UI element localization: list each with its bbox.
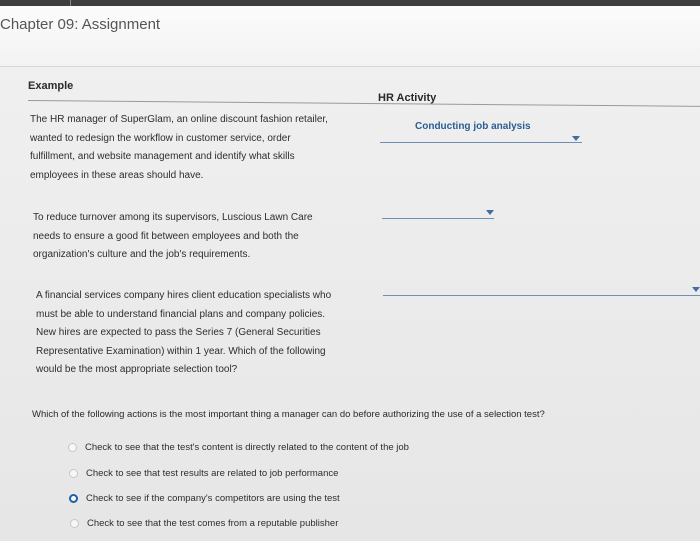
dropdown-selected-value: Conducting job analysis bbox=[415, 121, 531, 132]
example-line: employees in these areas should have. bbox=[30, 169, 204, 181]
hr-activity-dropdown-row-3[interactable] bbox=[383, 282, 700, 296]
radio-button[interactable] bbox=[68, 443, 77, 452]
page-title: Chapter 09: Assignment bbox=[0, 16, 161, 33]
example-line: To reduce turnover among its supervisors… bbox=[33, 212, 313, 223]
answer-option-label: Check to see that the test's content is … bbox=[85, 442, 409, 453]
example-line: must be able to understand financial pla… bbox=[36, 308, 326, 320]
title-bar bbox=[0, 6, 700, 66]
example-text-row-1: The HR manager of SuperGlam, an online d… bbox=[30, 111, 370, 185]
hr-activity-dropdown-row-1[interactable]: Conducting job analysis bbox=[380, 119, 582, 143]
example-line: New hires are expected to pass the Serie… bbox=[36, 327, 321, 338]
radio-button-selected[interactable] bbox=[69, 494, 78, 503]
dropdown-underline bbox=[380, 142, 582, 143]
radio-button[interactable] bbox=[70, 519, 79, 528]
example-line: wanted to redesign the workflow in custo… bbox=[30, 132, 291, 144]
answer-option-label: Check to see that the test comes from a … bbox=[87, 518, 339, 529]
example-text-row-3: A financial services company hires clien… bbox=[36, 287, 366, 380]
title-separator bbox=[0, 66, 700, 67]
chevron-down-icon bbox=[692, 287, 700, 292]
example-line: would be the most appropriate selection … bbox=[36, 364, 238, 375]
dropdown-underline bbox=[383, 295, 700, 296]
question-text: Which of the following actions is the mo… bbox=[32, 409, 545, 420]
answer-option-label: Check to see if the company's competitor… bbox=[86, 493, 340, 504]
chevron-down-icon bbox=[486, 210, 494, 215]
answer-option-1[interactable]: Check to see that the test's content is … bbox=[68, 442, 409, 453]
column-header-example: Example bbox=[28, 80, 74, 92]
example-line: A financial services company hires clien… bbox=[36, 290, 332, 301]
answer-option-label: Check to see that test results are relat… bbox=[86, 468, 339, 479]
header-rule bbox=[27, 100, 700, 107]
example-line: Representative Examination) within 1 yea… bbox=[36, 345, 326, 357]
example-text-row-2: To reduce turnover among its supervisors… bbox=[33, 209, 363, 265]
answer-option-3[interactable]: Check to see if the company's competitor… bbox=[69, 493, 340, 504]
example-line: organization's culture and the job's req… bbox=[33, 249, 251, 260]
answer-option-4[interactable]: Check to see that the test comes from a … bbox=[70, 518, 338, 529]
radio-button[interactable] bbox=[69, 469, 78, 478]
example-line: The HR manager of SuperGlam, an online d… bbox=[30, 114, 328, 125]
dropdown-underline bbox=[382, 218, 494, 219]
chevron-down-icon bbox=[572, 136, 580, 141]
example-line: fulfillment, and website management and … bbox=[30, 151, 295, 162]
example-line: needs to ensure a good fit between emplo… bbox=[33, 230, 299, 242]
hr-activity-dropdown-row-2[interactable] bbox=[382, 205, 494, 219]
answer-option-2[interactable]: Check to see that test results are relat… bbox=[69, 468, 338, 479]
